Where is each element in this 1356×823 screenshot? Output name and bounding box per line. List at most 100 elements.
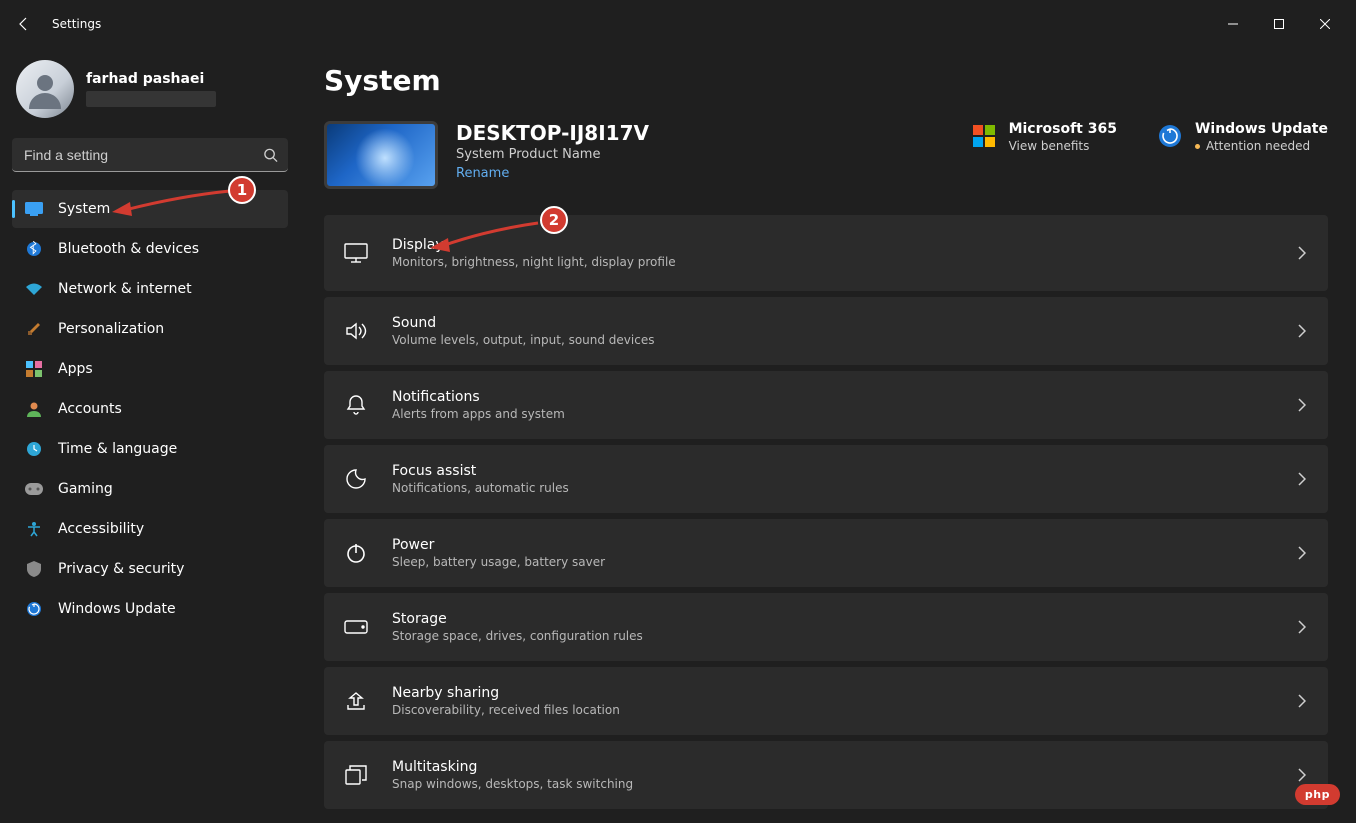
personalization-icon [24,319,44,339]
nav-list: System Bluetooth & devices Network & int… [12,190,288,628]
card-title: Sound [392,315,654,331]
sidebar-item-personalization[interactable]: Personalization [12,310,288,348]
chevron-right-icon [1298,472,1306,486]
annotation-badge-1: 1 [228,176,256,204]
annotation-arrow-1 [110,186,240,216]
avatar [16,60,74,118]
promo-title: Windows Update [1195,121,1328,137]
display-icon [342,239,370,267]
annotation-badge-2: 2 [540,206,568,234]
sidebar-item-label: Accessibility [58,521,144,537]
update-icon [24,599,44,619]
device-name: DESKTOP-IJ8I17V [456,121,649,145]
card-sound[interactable]: Sound Volume levels, output, input, sound… [324,297,1328,365]
chevron-right-icon [1298,398,1306,412]
update-blue-icon [1157,123,1183,149]
accessibility-icon [24,519,44,539]
device-header: DESKTOP-IJ8I17V System Product Name Rena… [324,121,1328,189]
card-title: Nearby sharing [392,685,620,701]
sidebar-item-label: System [58,201,110,217]
card-sub: Discoverability, received files location [392,703,620,717]
storage-icon [342,613,370,641]
accounts-icon [24,399,44,419]
device-product: System Product Name [456,147,649,162]
m365-icon [971,123,997,149]
sidebar-item-label: Apps [58,361,93,377]
card-title: Focus assist [392,463,569,479]
profile[interactable]: farhad pashaei [12,56,288,134]
card-sub: Monitors, brightness, night light, displ… [392,255,676,269]
sidebar-item-bluetooth[interactable]: Bluetooth & devices [12,230,288,268]
card-sub: Notifications, automatic rules [392,481,569,495]
card-title: Notifications [392,389,565,405]
sidebar-item-apps[interactable]: Apps [12,350,288,388]
main-content: System DESKTOP-IJ8I17V System Product Na… [300,48,1356,823]
chevron-right-icon [1298,694,1306,708]
card-sub: Volume levels, output, input, sound devi… [392,333,654,347]
share-icon [342,687,370,715]
notifications-icon [342,391,370,419]
promo-m365[interactable]: Microsoft 365 View benefits [971,121,1117,153]
sidebar-item-label: Personalization [58,321,164,337]
focus-icon [342,465,370,493]
chevron-right-icon [1298,546,1306,560]
card-sub: Snap windows, desktops, task switching [392,777,633,791]
annotation-arrow-2 [428,218,548,254]
card-focus[interactable]: Focus assist Notifications, automatic rul… [324,445,1328,513]
sidebar-item-time[interactable]: Time & language [12,430,288,468]
sidebar-item-privacy[interactable]: Privacy & security [12,550,288,588]
sidebar-item-label: Windows Update [58,601,176,617]
watermark: php [1295,784,1340,805]
card-sub: Sleep, battery usage, battery saver [392,555,605,569]
promo-windows-update[interactable]: Windows Update Attention needed [1157,121,1328,153]
maximize-button[interactable] [1256,8,1302,40]
apps-icon [24,359,44,379]
sidebar-item-label: Gaming [58,481,113,497]
chevron-right-icon [1298,768,1306,782]
sidebar-item-gaming[interactable]: Gaming [12,470,288,508]
sidebar-item-label: Network & internet [58,281,192,297]
gaming-icon [24,479,44,499]
multitask-icon [342,761,370,789]
card-sub: Storage space, drives, configuration rul… [392,629,643,643]
close-button[interactable] [1302,8,1348,40]
sidebar-item-accounts[interactable]: Accounts [12,390,288,428]
privacy-icon [24,559,44,579]
card-nearby-sharing[interactable]: Nearby sharing Discoverability, received … [324,667,1328,735]
window-title: Settings [52,17,101,31]
sidebar-item-update[interactable]: Windows Update [12,590,288,628]
promo-sub: View benefits [1009,139,1117,153]
back-button[interactable] [8,8,40,40]
page-title: System [324,64,1328,97]
card-storage[interactable]: Storage Storage space, drives, configurat… [324,593,1328,661]
card-sub: Alerts from apps and system [392,407,565,421]
card-title: Storage [392,611,643,627]
sound-icon [342,317,370,345]
promo-title: Microsoft 365 [1009,121,1117,137]
system-icon [24,199,44,219]
profile-email-redacted [86,91,216,107]
profile-name: farhad pashaei [86,71,216,87]
rename-link[interactable]: Rename [456,166,649,181]
time-icon [24,439,44,459]
search-box[interactable] [12,138,288,172]
search-input[interactable] [12,138,288,172]
sidebar-item-network[interactable]: Network & internet [12,270,288,308]
sidebar-item-label: Privacy & security [58,561,184,577]
card-notifications[interactable]: Notifications Alerts from apps and system [324,371,1328,439]
card-title: Power [392,537,605,553]
sidebar-item-label: Time & language [58,441,177,457]
network-icon [24,279,44,299]
chevron-right-icon [1298,620,1306,634]
chevron-right-icon [1298,324,1306,338]
chevron-right-icon [1298,246,1306,260]
card-power[interactable]: Power Sleep, battery usage, battery saver [324,519,1328,587]
card-title: Multitasking [392,759,633,775]
power-icon [342,539,370,567]
card-multitasking[interactable]: Multitasking Snap windows, desktops, task… [324,741,1328,809]
sidebar-item-label: Accounts [58,401,122,417]
sidebar-item-accessibility[interactable]: Accessibility [12,510,288,548]
minimize-button[interactable] [1210,8,1256,40]
sidebar-item-label: Bluetooth & devices [58,241,199,257]
sidebar: farhad pashaei System Bluetooth & device… [0,48,300,823]
